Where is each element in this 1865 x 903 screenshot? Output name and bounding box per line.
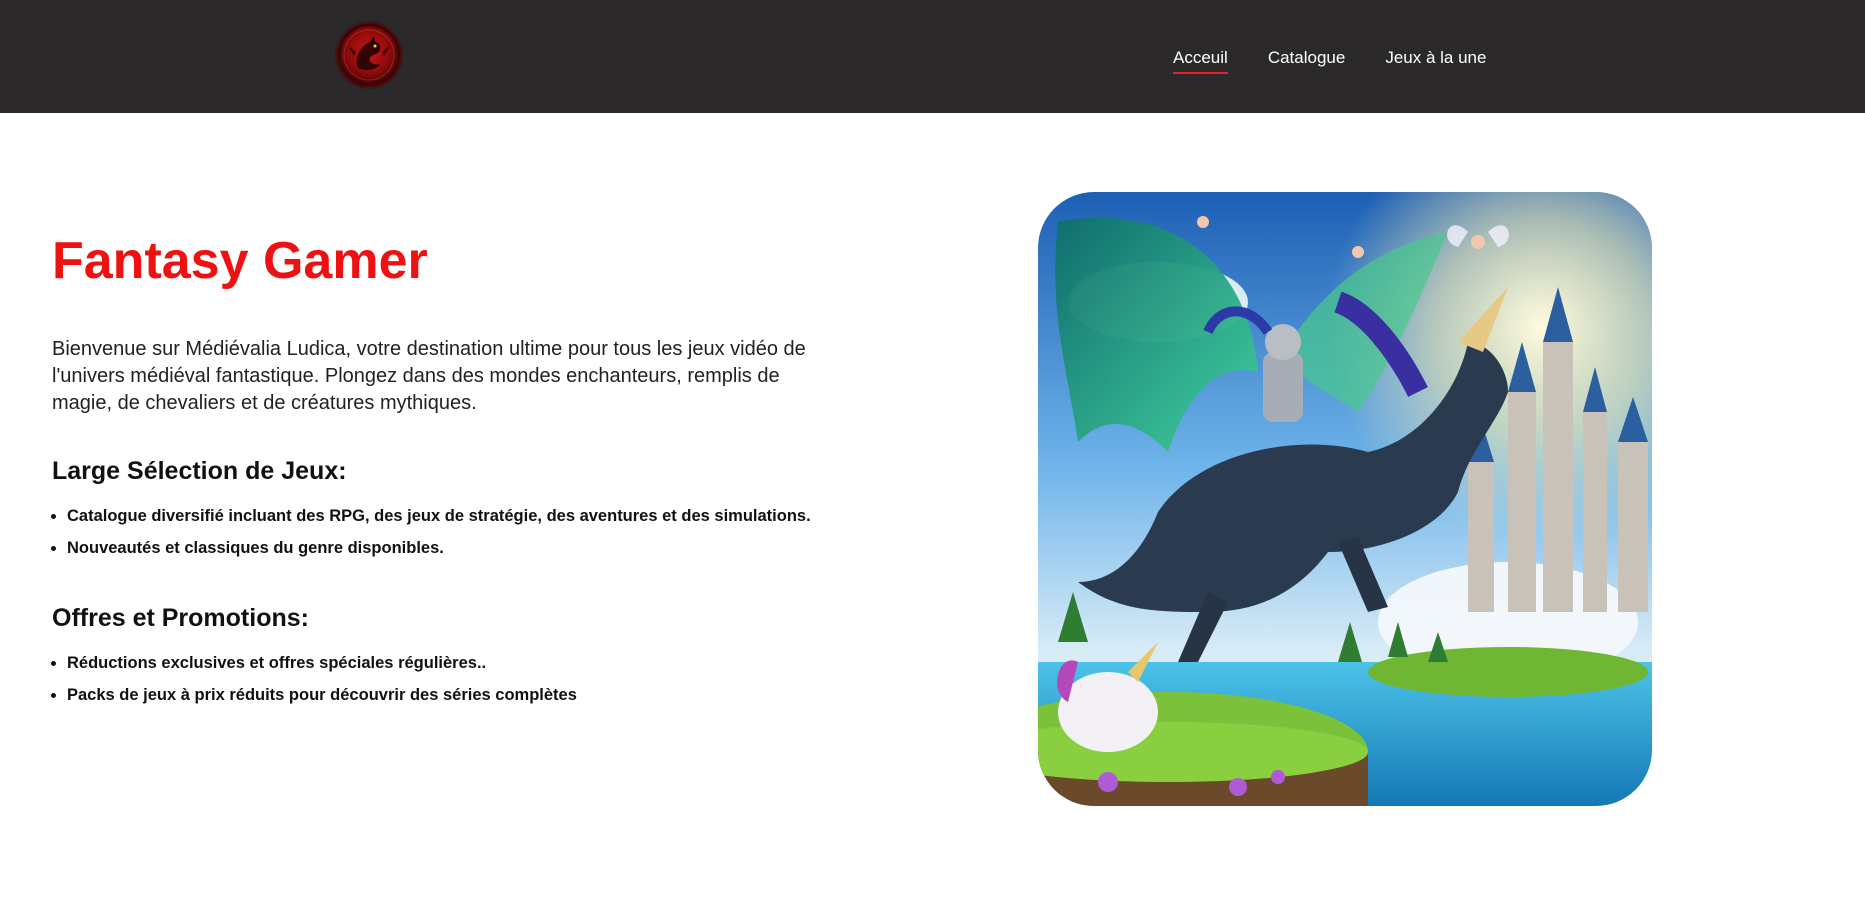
hero-fantasy-image	[1038, 192, 1652, 806]
list-item: Catalogue diversifié incluant des RPG, d…	[67, 500, 832, 532]
nav-link-accueil[interactable]: Acceuil	[1173, 48, 1228, 74]
nav-link-catalogue[interactable]: Catalogue	[1268, 48, 1346, 68]
list-item: Packs de jeux à prix réduits pour découv…	[67, 679, 832, 711]
section-heading-promotions: Offres et Promotions:	[52, 604, 309, 633]
selection-list: Catalogue diversifié incluant des RPG, d…	[52, 500, 832, 564]
list-item: Réductions exclusives et offres spéciale…	[67, 647, 832, 679]
list-item: Nouveautés et classiques du genre dispon…	[67, 532, 832, 564]
intro-paragraph: Bienvenue sur Médiévalia Ludica, votre d…	[52, 338, 806, 415]
dragon-logo-icon[interactable]	[336, 22, 402, 88]
main-nav: Acceuil Catalogue Jeux à la une	[1173, 48, 1486, 74]
page-title: Fantasy Gamer	[52, 232, 428, 290]
top-navbar: Acceuil Catalogue Jeux à la une	[0, 0, 1865, 113]
nav-link-jeux-a-la-une[interactable]: Jeux à la une	[1385, 48, 1486, 68]
promotions-list: Réductions exclusives et offres spéciale…	[52, 647, 832, 711]
section-heading-selection: Large Sélection de Jeux:	[52, 457, 347, 486]
main-content: Fantasy Gamer Bienvenue sur Médiévalia L…	[52, 230, 832, 711]
